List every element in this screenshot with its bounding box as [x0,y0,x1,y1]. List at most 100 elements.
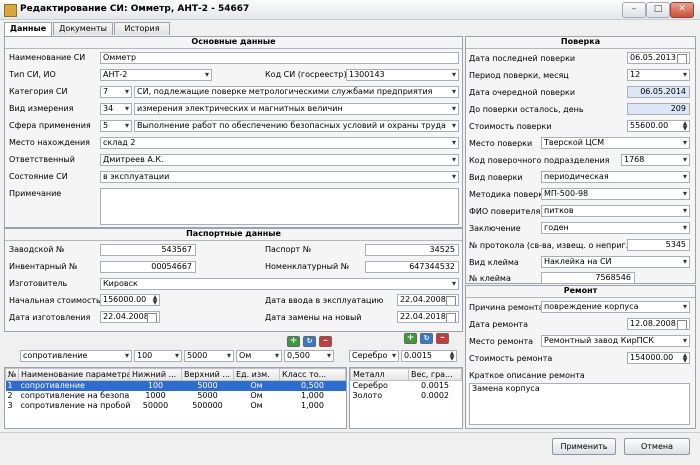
spin-icon[interactable]: ▲ ▼ [448,351,456,361]
table-cell: сопротивление на безопа... [20,391,130,400]
column-header[interactable]: Наименование параметра [18,368,130,381]
calendar-icon[interactable] [677,54,687,63]
replace-label: Дата замены на новый [265,313,362,322]
last-verification-date-field[interactable]: 06.05.2013 [627,52,690,64]
apply-button[interactable]: Применить [552,438,616,455]
table-row[interactable]: Золото 0.0002 [351,391,462,401]
commission-date-field[interactable]: 22.04.2008 [397,294,459,306]
column-header[interactable]: Верхний ... [181,368,234,381]
name-field[interactable]: Омметр [100,52,459,64]
delete-metal-icon[interactable]: – [436,333,449,344]
next-verification-label: Дата очередной поверки [469,88,576,97]
repair-date-field[interactable]: 12.08.2008 [627,318,690,330]
maximize-icon[interactable]: □ [646,2,670,18]
column-header[interactable]: Ед. изм. [233,368,280,381]
add-metal-icon[interactable]: + [404,333,417,344]
param-name-select[interactable]: сопротивление [20,350,132,362]
repair-cost-stepper[interactable]: 154000.00 ▲ ▼ [627,352,690,364]
calendar-icon[interactable] [147,313,157,322]
inventory-field[interactable]: 00054667 [100,261,196,273]
column-header[interactable]: Металл [350,368,409,381]
spin-icon[interactable]: ▲ ▼ [681,121,689,131]
category-num-select[interactable]: 7 [100,86,132,98]
serial-field[interactable]: 543567 [100,244,196,256]
method-select[interactable]: МП-500-98 [541,188,690,200]
unit-code-select[interactable]: 1768 [621,154,690,166]
param-low-select[interactable]: 100 [134,350,182,362]
verification-kind-select[interactable]: периодическая [541,171,690,183]
param-class-select[interactable]: 0,500 [284,350,334,362]
tab-data[interactable]: Данные [4,22,52,36]
protocol-label: № протокола (св-ва, извещ. о неприг.) [469,241,632,250]
metal-select[interactable]: Серебро [349,350,399,362]
state-label: Состояние СИ [9,172,68,181]
param-unit-select[interactable]: Ом [236,350,282,362]
repair-reason-select[interactable]: повреждение корпуса [541,301,690,313]
stamp-no-field[interactable]: 7568546 [541,272,635,284]
note-textarea[interactable] [100,188,459,225]
metal-weight-stepper[interactable]: 0.0015 ▲ ▼ [401,350,457,362]
code-select[interactable]: 1300143 [346,69,459,81]
calendar-icon[interactable] [446,296,456,305]
column-header[interactable]: Нижний ... [129,368,182,381]
calendar-icon[interactable] [677,320,687,329]
repair-cost-label: Стоимость ремонта [469,354,553,363]
repair-desc-textarea[interactable]: Замена корпуса [469,383,690,425]
column-header[interactable]: Вес, гра... [408,368,462,381]
add-param-icon[interactable]: + [287,336,300,347]
stamp-kind-select[interactable]: Наклейка на СИ [541,256,690,268]
measure-num-select[interactable]: 34 [100,103,132,115]
inventory-label: Инвентарный № [9,262,78,271]
close-icon[interactable]: ✕ [670,2,694,18]
conclusion-select[interactable]: годен [541,222,690,234]
verification-cost-stepper[interactable]: 55600.00 ▲ ▼ [627,120,690,132]
edit-param-icon[interactable]: ↻ [303,336,316,347]
column-header[interactable]: № [5,368,19,381]
nomenclature-label: Номенклатурный № [265,262,350,271]
tab-history[interactable]: История [114,22,170,35]
verifier-select[interactable]: питков [541,205,690,217]
edit-metal-icon[interactable]: ↻ [420,333,433,344]
code-label: Код СИ (госреестр) [265,70,347,79]
type-select[interactable]: АНТ-2 [100,69,212,81]
period-select[interactable]: 12 [627,69,690,81]
initial-cost-stepper[interactable]: 156000.00 ▲ ▼ [100,294,160,306]
nomenclature-field[interactable]: 647344532 [365,261,459,273]
param-high-select[interactable]: 5000 [184,350,234,362]
location-select[interactable]: склад 2 [100,137,459,149]
passport-no-field[interactable]: 34525 [365,244,459,256]
measure-text-select[interactable]: измерения электрических и магнитных вели… [134,103,459,115]
footer-divider [0,432,700,433]
responsible-select[interactable]: Дмитреев А.К. [100,154,459,166]
maker-select[interactable]: Кировск [100,278,459,290]
made-date-field[interactable]: 22.04.2008 [100,311,160,323]
scope-text-select[interactable]: Выполнение работ по обеспечению безопасн… [134,120,459,132]
table-row[interactable]: 2 сопротивление на безопа... 1000 5000 О… [6,391,346,401]
state-select[interactable]: в эксплуатации [100,171,459,183]
delete-param-icon[interactable]: – [319,336,332,347]
table-row[interactable]: 3 сопротивление на пробой 50000 500000 О… [6,401,346,411]
table-cell: Ом [250,401,263,410]
serial-label: Заводской № [9,245,65,254]
category-text-select[interactable]: СИ, подлежащие поверке метрологическими … [134,86,459,98]
metals-table[interactable]: Металл Вес, гра... Серебро 0.0015 Золото… [349,367,463,429]
verification-place-select[interactable]: Тверской ЦСМ [541,137,690,149]
spin-icon[interactable]: ▲ ▼ [151,295,159,305]
scope-num-select[interactable]: 5 [100,120,132,132]
cancel-button[interactable]: Отмена [624,438,690,455]
verification-place-label: Место поверки [469,139,533,148]
responsible-label: Ответственный [9,155,75,164]
replace-date-field[interactable]: 22.04.2018 [397,311,459,323]
column-header[interactable]: Класс то... [279,368,346,381]
repair-place-select[interactable]: Ремонтный завод КирПСК [541,335,690,347]
table-cell: 5000 [181,380,234,391]
table-row[interactable]: Серебро 0.0015 [351,381,462,392]
calendar-icon[interactable] [446,313,456,322]
spin-icon[interactable]: ▲ ▼ [681,353,689,363]
protocol-field[interactable]: 5345 [627,239,690,251]
repair-desc-label: Краткое описание ремонта [469,371,585,380]
params-table[interactable]: № Наименование параметра Нижний ... Верх… [4,367,347,429]
table-row[interactable]: 1 сопротивление 100 5000 Ом 0,500 [5,380,346,391]
minimize-icon[interactable]: – [622,2,646,18]
tab-documents[interactable]: Документы [53,22,113,35]
